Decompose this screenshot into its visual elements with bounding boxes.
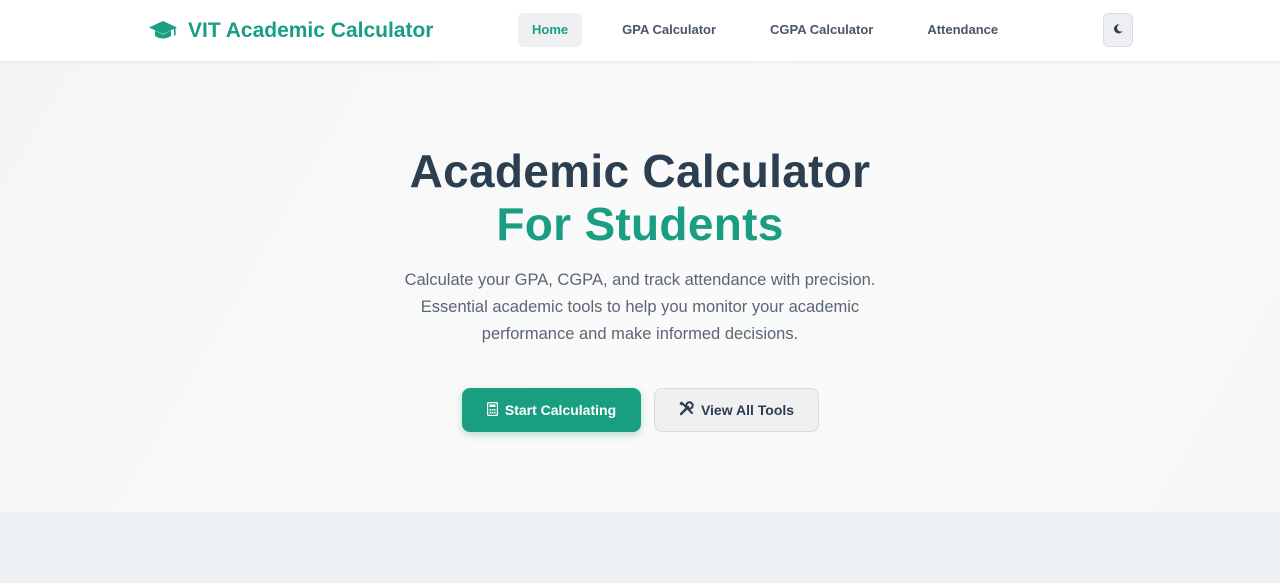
view-all-tools-button[interactable]: View All Tools: [654, 388, 819, 432]
nav-gpa-calculator[interactable]: GPA Calculator: [608, 13, 730, 47]
nav-cgpa-calculator[interactable]: CGPA Calculator: [756, 13, 887, 47]
moon-icon: [1113, 21, 1123, 39]
main-nav: Home GPA Calculator CGPA Calculator Atte…: [518, 13, 1038, 47]
hero-title-accent: For Students: [496, 198, 784, 250]
features-section: [0, 512, 1280, 583]
calculator-icon: [486, 401, 499, 419]
hero-section: Academic Calculator For Students Calcula…: [0, 61, 1280, 512]
graduation-cap-icon: [148, 20, 178, 42]
hero-subtitle: Calculate your GPA, CGPA, and track atte…: [404, 271, 876, 343]
hero-title: Academic Calculator For Students: [0, 145, 1280, 251]
navbar: VIT Academic Calculator Home GPA Calcula…: [0, 0, 1280, 61]
nav-home[interactable]: Home: [518, 13, 583, 47]
hero-title-line1: Academic Calculator: [409, 145, 871, 197]
nav-attendance[interactable]: Attendance: [913, 13, 1012, 47]
view-all-tools-label: View All Tools: [700, 402, 795, 418]
start-calculating-label: Start Calculating: [504, 402, 617, 418]
brand-name: VIT Academic Calculator: [188, 19, 434, 42]
brand-link[interactable]: VIT Academic Calculator: [148, 17, 433, 45]
tools-icon: [679, 401, 694, 419]
start-calculating-button[interactable]: Start Calculating: [462, 388, 641, 432]
theme-toggle-button[interactable]: [1103, 13, 1133, 47]
